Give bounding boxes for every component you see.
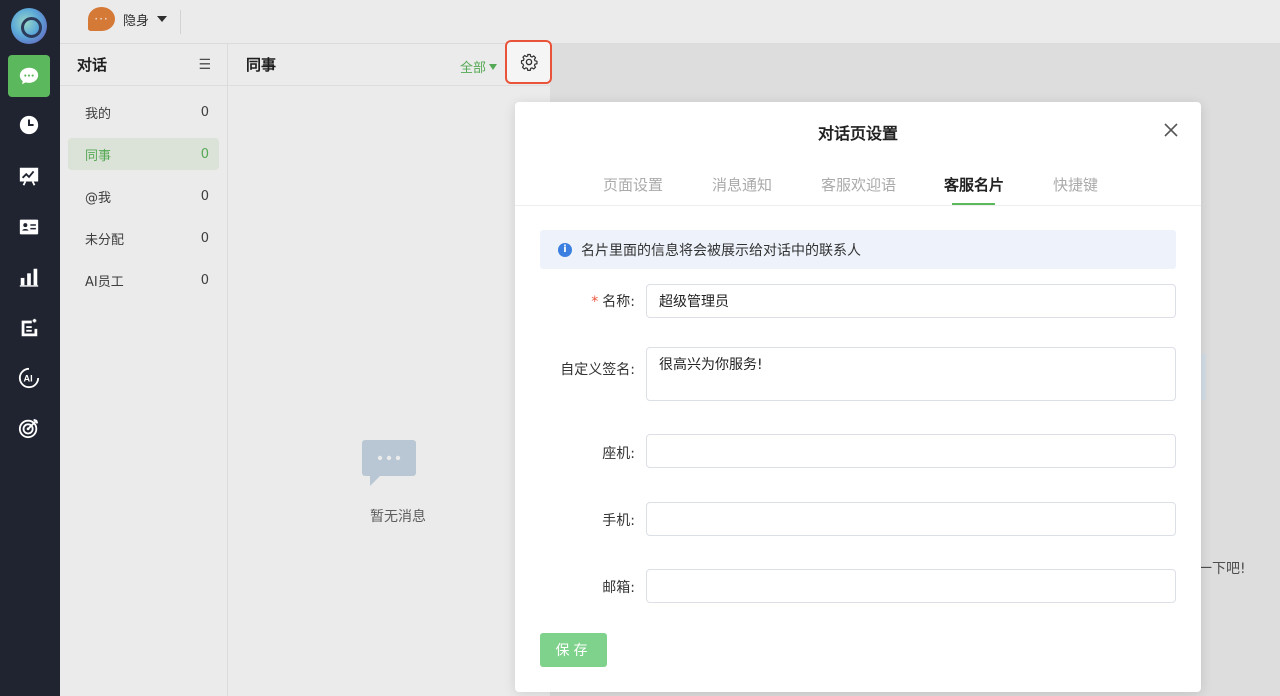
- name-label: * 名称:: [591, 294, 635, 310]
- chat-icon: [19, 67, 39, 85]
- dialog-tabs: 页面设置 消息通知 客服欢迎语 客服名片 快捷键: [515, 170, 1201, 206]
- signature-label: 自定义签名:: [560, 362, 635, 378]
- email-label: 邮箱:: [602, 580, 635, 596]
- nav-ai[interactable]: AI: [8, 357, 50, 399]
- settings-button[interactable]: [505, 40, 552, 84]
- mobile-label: 手机:: [602, 513, 635, 529]
- app-logo[interactable]: [11, 8, 47, 44]
- svg-text:AI: AI: [24, 374, 33, 384]
- nav-tickets[interactable]: [8, 307, 50, 349]
- nav-monitor[interactable]: [8, 155, 50, 197]
- left-rail: AI: [0, 0, 60, 696]
- name-input[interactable]: 超级管理员: [646, 284, 1176, 318]
- landline-label: 座机:: [602, 446, 635, 462]
- nav-contacts[interactable]: [8, 206, 50, 248]
- nav-chat-icon[interactable]: [8, 55, 50, 97]
- save-button[interactable]: 保存: [540, 633, 607, 667]
- tab-agent-card[interactable]: 客服名片: [944, 174, 1004, 195]
- gear-icon: [520, 53, 538, 71]
- info-banner: i 名片里面的信息将会被展示给对话中的联系人: [540, 230, 1176, 269]
- close-icon[interactable]: [1163, 122, 1179, 138]
- signature-textarea[interactable]: 很高兴为你服务!: [646, 347, 1176, 401]
- landline-input[interactable]: [646, 434, 1176, 468]
- tab-page-settings[interactable]: 页面设置: [603, 174, 663, 195]
- info-text: 名片里面的信息将会被展示给对话中的联系人: [581, 242, 861, 259]
- mobile-input[interactable]: [646, 502, 1176, 536]
- contact-card-icon: [19, 219, 39, 235]
- ticket-icon: [21, 318, 38, 337]
- tab-message-notifications[interactable]: 消息通知: [712, 174, 772, 195]
- target-icon: [18, 418, 39, 439]
- required-mark: *: [591, 294, 599, 310]
- clock-icon: [19, 115, 39, 135]
- bar-chart-icon: [19, 268, 39, 287]
- tab-welcome-message[interactable]: 客服欢迎语: [821, 174, 896, 195]
- info-icon: i: [558, 242, 572, 257]
- email-input[interactable]: [646, 569, 1176, 603]
- active-tab-indicator: [952, 203, 995, 205]
- ai-icon: AI: [18, 367, 40, 389]
- settings-dialog: 对话页设置 页面设置 消息通知 客服欢迎语 客服名片 快捷键 i 名片里面的信息…: [515, 102, 1201, 692]
- nav-goals[interactable]: [8, 407, 50, 449]
- tab-shortcuts[interactable]: 快捷键: [1053, 174, 1098, 195]
- dialog-title: 对话页设置: [817, 124, 898, 143]
- nav-history[interactable]: [8, 104, 50, 146]
- chart-board-icon: [19, 167, 39, 186]
- nav-reports[interactable]: [8, 256, 50, 298]
